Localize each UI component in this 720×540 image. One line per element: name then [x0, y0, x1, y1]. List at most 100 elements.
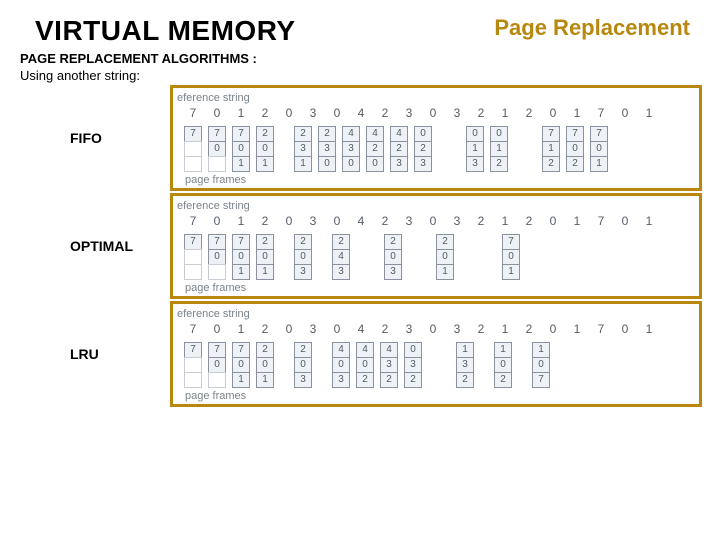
frames-row: 770701201203243203201701 — [181, 234, 691, 280]
frame-cell: 1 — [490, 141, 508, 157]
reference-value: 2 — [373, 214, 397, 228]
reference-value: 2 — [517, 322, 541, 336]
reference-value: 2 — [469, 322, 493, 336]
frame-cell: 1 — [542, 141, 560, 157]
reference-value: 3 — [301, 106, 325, 120]
frame-cell: 2 — [332, 234, 350, 250]
frame-cell: 2 — [356, 372, 374, 388]
frame-cell: 0 — [466, 126, 484, 142]
frame-cell: 7 — [232, 342, 250, 358]
algorithm-panel: eference string7012030423032120170177070… — [170, 85, 702, 191]
frame-cell: 2 — [456, 372, 474, 388]
frame-cell: 1 — [256, 372, 274, 388]
frame-cell: 7 — [532, 372, 550, 388]
frame-cell: 0 — [208, 141, 226, 157]
frame-cell — [184, 156, 202, 172]
frame-cell: 7 — [184, 234, 202, 250]
frame-column — [525, 126, 539, 172]
reference-value: 0 — [541, 106, 565, 120]
frame-cell: 7 — [184, 126, 202, 142]
reference-value: 3 — [445, 322, 469, 336]
frame-cell — [184, 357, 202, 373]
reference-value: 1 — [637, 214, 661, 228]
reference-value: 3 — [445, 214, 469, 228]
reference-value: 0 — [277, 214, 301, 228]
frame-cell: 7 — [208, 234, 226, 250]
panel-wrap: eference string7012030423032120170177070… — [170, 301, 710, 407]
frame-cell: 4 — [390, 126, 408, 142]
frame-cell — [208, 264, 226, 280]
reference-value: 2 — [253, 322, 277, 336]
reference-value: 7 — [589, 214, 613, 228]
reference-value: 1 — [493, 322, 517, 336]
frame-cell: 3 — [294, 264, 312, 280]
algorithm-panel: eference string7012030423032120170177070… — [170, 193, 702, 299]
frame-cell: 1 — [232, 156, 250, 172]
frame-cell: 7 — [208, 342, 226, 358]
reference-value: 7 — [181, 322, 205, 336]
frame-column: 203 — [291, 234, 315, 280]
frame-cell: 3 — [294, 372, 312, 388]
frame-column: 403 — [329, 342, 353, 388]
reference-value: 0 — [205, 106, 229, 120]
frame-cell: 0 — [332, 357, 350, 373]
frame-column: 701 — [229, 342, 253, 388]
frame-cell: 2 — [366, 141, 384, 157]
reference-value: 0 — [205, 322, 229, 336]
frame-cell: 2 — [294, 234, 312, 250]
frame-cell: 3 — [332, 264, 350, 280]
reference-string-row: 70120304230321201701 — [181, 106, 691, 120]
reference-value: 4 — [349, 214, 373, 228]
frame-cell: 0 — [232, 141, 250, 157]
reference-string-label: eference string — [177, 308, 691, 320]
frame-cell: 0 — [256, 357, 274, 373]
reference-value: 2 — [373, 322, 397, 336]
reference-value: 0 — [277, 322, 301, 336]
frame-column — [277, 126, 291, 172]
reference-value: 3 — [397, 214, 421, 228]
algorithm-row: LRUeference string7012030423032120170177… — [0, 301, 710, 407]
frame-column — [315, 234, 329, 280]
subtitle: PAGE REPLACEMENT ALGORITHMS : — [0, 47, 720, 66]
reference-string-label: eference string — [177, 200, 691, 212]
reference-value: 7 — [181, 214, 205, 228]
frame-cell: 4 — [366, 126, 384, 142]
reference-value: 1 — [229, 322, 253, 336]
reference-value: 0 — [541, 322, 565, 336]
frame-column: 70 — [205, 126, 229, 172]
reference-value: 0 — [421, 214, 445, 228]
frame-column: 201 — [253, 126, 277, 172]
reference-value: 2 — [469, 214, 493, 228]
frame-cell: 1 — [456, 342, 474, 358]
algorithm-label-lru: LRU — [0, 301, 170, 407]
frame-column: 013 — [463, 126, 487, 172]
page-frames-label: page frames — [185, 174, 691, 186]
frame-column: 70 — [205, 342, 229, 388]
frame-cell — [184, 249, 202, 265]
reference-value: 1 — [637, 106, 661, 120]
frame-column — [435, 126, 449, 172]
frame-cell: 7 — [208, 126, 226, 142]
frame-cell: 0 — [256, 249, 274, 265]
frame-column: 102 — [491, 342, 515, 388]
reference-value: 0 — [325, 106, 349, 120]
reference-value: 2 — [253, 106, 277, 120]
frame-column: 243 — [329, 234, 353, 280]
frame-cell: 3 — [380, 357, 398, 373]
reference-value: 7 — [181, 106, 205, 120]
frame-cell — [184, 372, 202, 388]
frame-column — [419, 234, 433, 280]
frame-cell: 0 — [502, 249, 520, 265]
frame-column: 032 — [401, 342, 425, 388]
reference-value: 2 — [253, 214, 277, 228]
frame-column: 201 — [253, 234, 277, 280]
frame-column: 201 — [433, 234, 457, 280]
reference-string-row: 70120304230321201701 — [181, 214, 691, 228]
frame-cell: 0 — [208, 357, 226, 373]
frame-column: 230 — [315, 126, 339, 172]
frame-column — [567, 342, 581, 388]
panel-wrap: eference string7012030423032120170177070… — [170, 85, 710, 191]
reference-value: 1 — [637, 322, 661, 336]
frame-column: 420 — [363, 126, 387, 172]
reference-value: 1 — [229, 214, 253, 228]
